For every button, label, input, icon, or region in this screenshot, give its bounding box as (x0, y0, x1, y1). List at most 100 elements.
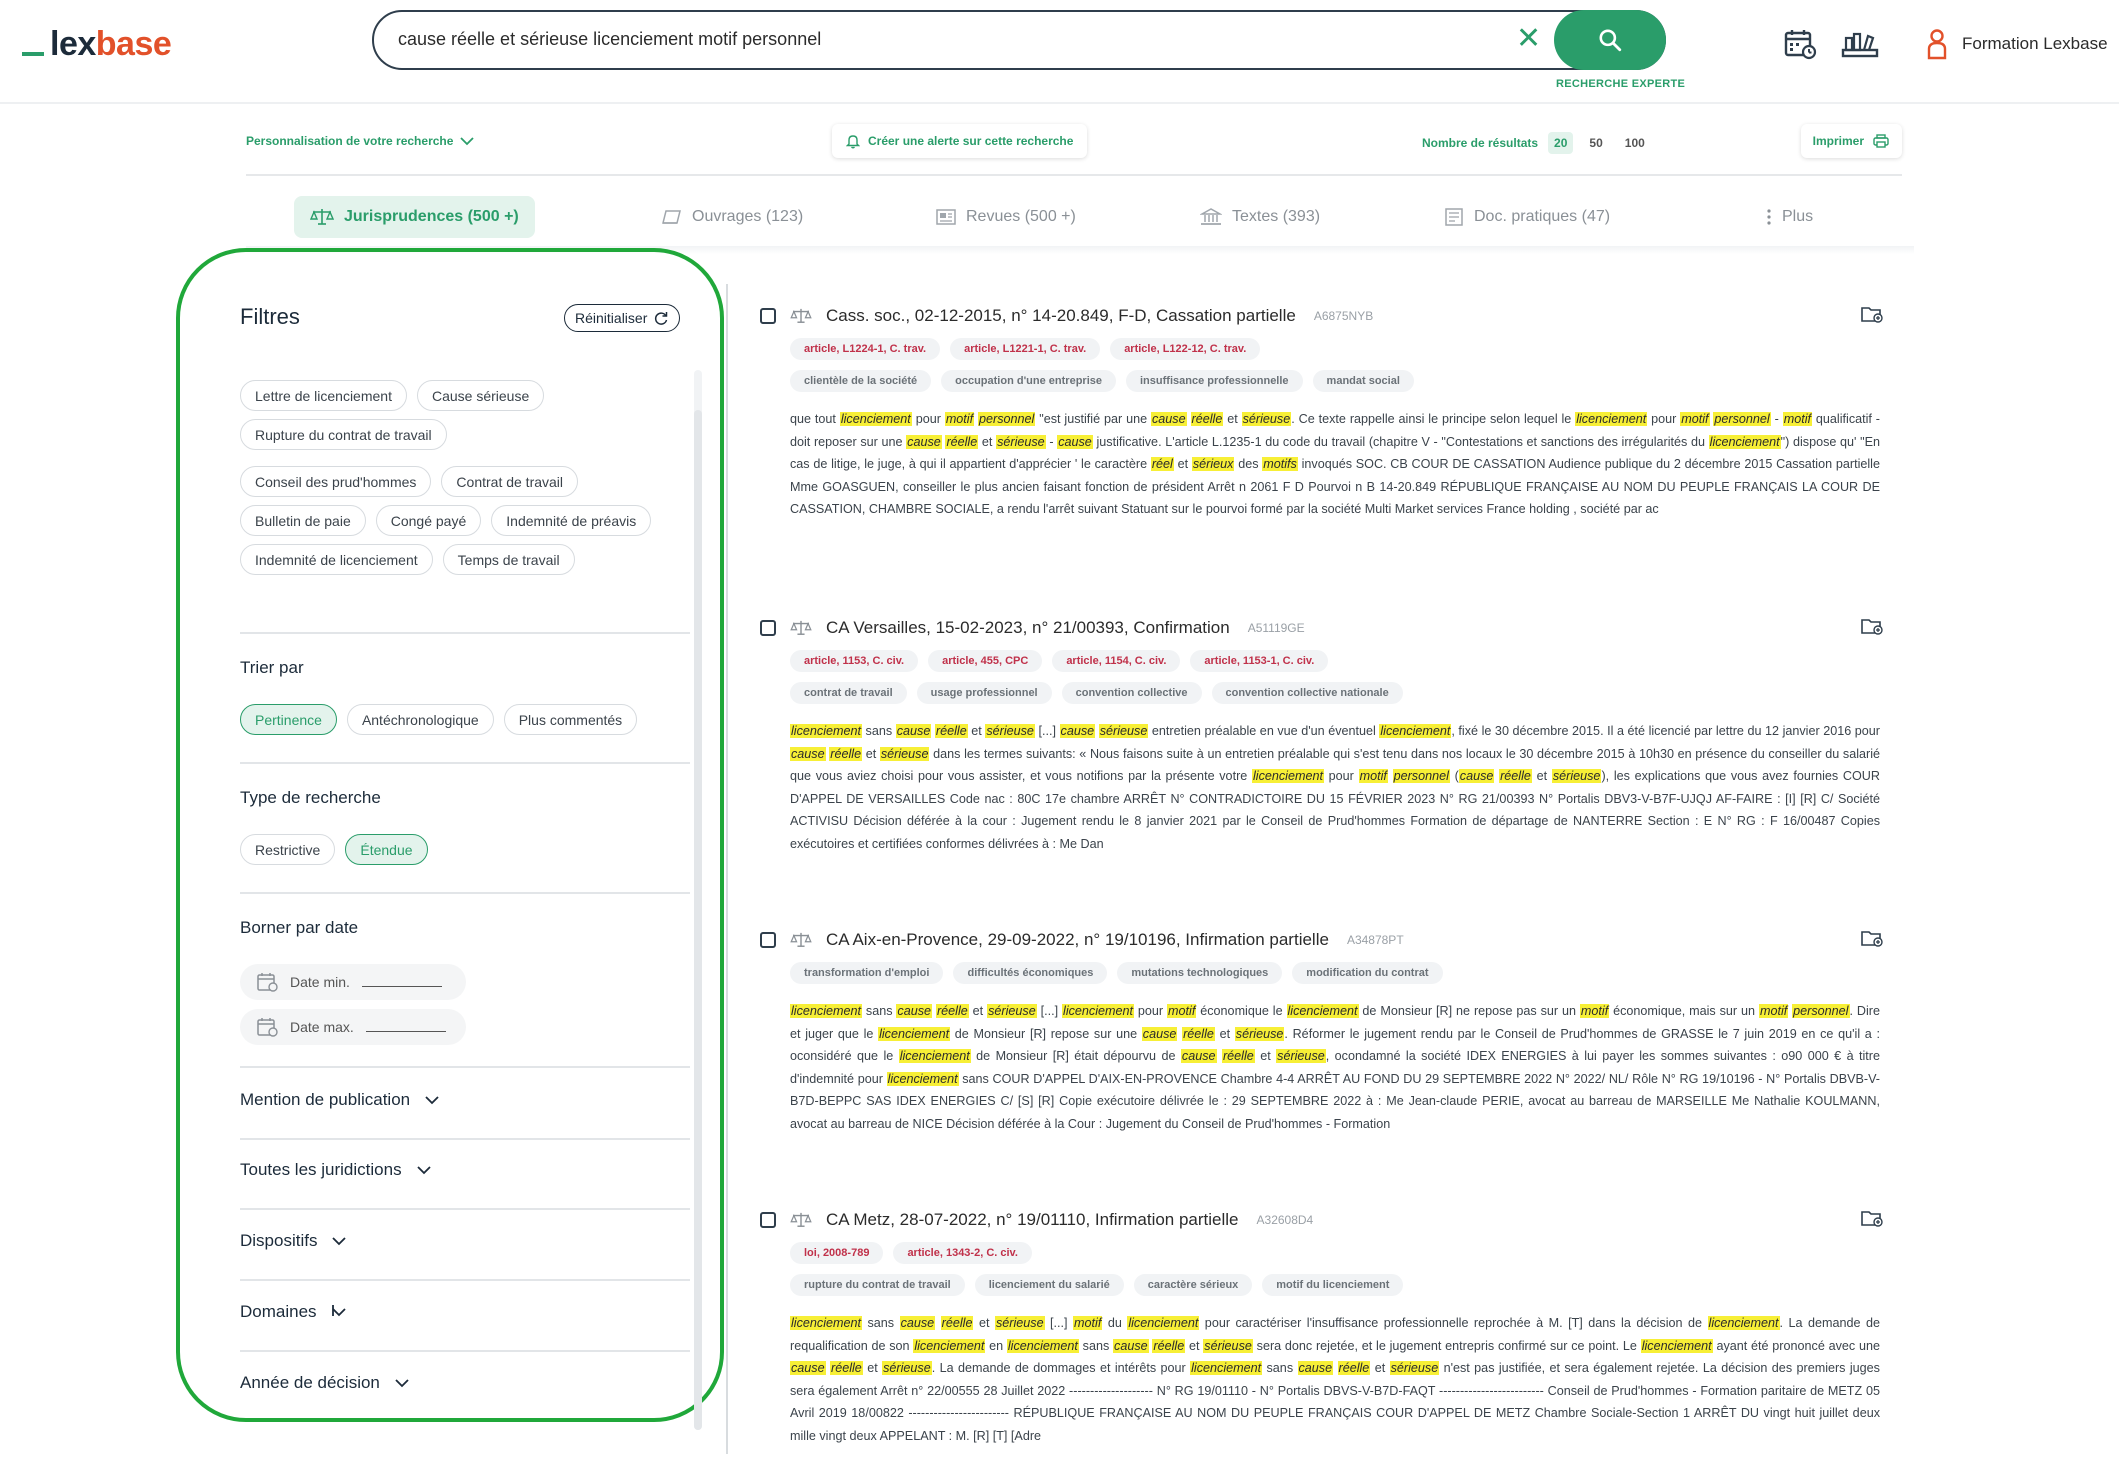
books-shelf-icon[interactable] (1840, 24, 1880, 64)
tab-textes[interactable]: Textes (393) (1184, 196, 1336, 238)
keyword-tag[interactable]: modification du contrat (1292, 962, 1443, 984)
tab-jurisprudences[interactable]: Jurisprudences (500 +) (294, 196, 535, 238)
keyword-tag[interactable]: motif du licenciement (1262, 1274, 1404, 1296)
result-title[interactable]: CA Metz, 28-07-2022, n° 19/01110, Infirm… (826, 1210, 1239, 1230)
add-to-folder-icon[interactable] (1860, 1208, 1884, 1233)
lexbase-logo[interactable]: lex base (22, 24, 172, 64)
personalize-label: Personnalisation de votre recherche (246, 134, 454, 148)
accordion-juridictions[interactable]: Toutes les juridictions (240, 1160, 432, 1180)
search-type-etendue[interactable]: Étendue (345, 834, 428, 865)
keyword-chip[interactable]: Indemnité de préavis (491, 505, 652, 536)
keyword-tag[interactable]: mandat social (1312, 370, 1414, 392)
highlighted-term: sérieuse (1098, 724, 1149, 738)
results-option-50[interactable]: 50 (1583, 132, 1608, 154)
filters-scrollbar-thumb[interactable] (694, 410, 702, 1430)
highlighted-term: réelle (1190, 412, 1224, 426)
search-button[interactable] (1554, 10, 1666, 70)
result-title[interactable]: CA Aix-en-Provence, 29-09-2022, n° 19/10… (826, 930, 1329, 950)
add-to-folder-icon[interactable] (1860, 616, 1884, 641)
keyword-chip[interactable]: Rupture du contrat de travail (240, 419, 447, 450)
keyword-tag[interactable]: contrat de travail (790, 682, 907, 704)
highlighted-term: licenciement (790, 724, 862, 738)
user-menu[interactable]: Formation Lexbase (1926, 28, 2108, 60)
results-option-20[interactable]: 20 (1548, 132, 1574, 154)
keyword-tag[interactable]: clientèle de la société (790, 370, 932, 392)
highlighted-term: cause (1151, 412, 1187, 426)
keyword-chip[interactable]: Conseil des prud'hommes (240, 466, 432, 497)
date-max-field[interactable]: Date max. (240, 1009, 466, 1045)
sort-option-pertinence[interactable]: Pertinence (240, 704, 337, 735)
article-tag[interactable]: article, 1153, C. civ. (790, 650, 919, 672)
tab-ouvrages[interactable]: Ouvrages (123) (644, 196, 819, 238)
create-alert-button[interactable]: Créer une alerte sur cette recherche (832, 124, 1088, 158)
accordion-domaines[interactable]: Domaines (240, 1302, 347, 1322)
accordion-dispositifs[interactable]: Dispositifs (240, 1231, 347, 1251)
date-min-field[interactable]: Date min. (240, 964, 466, 1000)
highlighted-term: licenciement (1062, 1004, 1135, 1018)
tab-revues[interactable]: Revues (500 +) (920, 196, 1092, 238)
reset-filters-button[interactable]: Réinitialiser (564, 304, 681, 332)
add-to-folder-icon[interactable] (1860, 928, 1884, 953)
institution-icon (1200, 208, 1222, 225)
article-tag[interactable]: loi, 2008-789 (790, 1242, 884, 1264)
highlighted-term: sérieuse (1551, 769, 1602, 783)
keyword-chip[interactable]: Temps de travail (442, 544, 575, 575)
divider (240, 1066, 690, 1068)
article-tag[interactable]: article, L1224-1, C. trav. (790, 338, 941, 360)
result-title[interactable]: Cass. soc., 02-12-2015, n° 14-20.849, F-… (826, 306, 1296, 326)
expert-search-link[interactable]: RECHERCHE EXPERTE (1556, 78, 1685, 90)
result-title[interactable]: CA Versailles, 15-02-2023, n° 21/00393, … (826, 618, 1230, 638)
accordion-annee-decision[interactable]: Année de décision (240, 1373, 410, 1393)
results-option-100[interactable]: 100 (1619, 132, 1651, 154)
clear-search-icon[interactable]: ✕ (1516, 24, 1541, 54)
keyword-chip[interactable]: Lettre de licenciement (240, 380, 407, 411)
personalize-search-dropdown[interactable]: Personnalisation de votre recherche (246, 134, 475, 148)
result-checkbox[interactable] (760, 620, 776, 636)
keyword-tag[interactable]: transformation d'emploi (790, 962, 944, 984)
accordion-mention-publication[interactable]: Mention de publication (240, 1090, 440, 1110)
keyword-tag[interactable]: mutations technologiques (1117, 962, 1283, 984)
result-checkbox[interactable] (760, 1212, 776, 1228)
highlighted-term: licenciement (878, 1026, 951, 1041)
keyword-chip[interactable]: Contrat de travail (441, 466, 579, 497)
result-checkbox[interactable] (760, 308, 776, 324)
keyword-chip[interactable]: Congé payé (375, 505, 482, 536)
keyword-tag[interactable]: caractère sérieux (1133, 1274, 1253, 1296)
result-checkbox[interactable] (760, 932, 776, 948)
print-button[interactable]: Imprimer (1801, 124, 1902, 158)
calendar-icon[interactable] (1780, 24, 1820, 64)
add-to-folder-icon[interactable] (1860, 304, 1884, 329)
keyword-tag[interactable]: insuffisance professionnelle (1126, 370, 1303, 392)
sort-option-plus-commentes[interactable]: Plus commentés (503, 704, 638, 735)
keyword-tag[interactable]: convention collective nationale (1211, 682, 1403, 704)
keyword-tag[interactable]: occupation d'une entreprise (941, 370, 1116, 392)
tab-plus[interactable]: Plus (1750, 196, 1829, 238)
keyword-chip[interactable]: Indemnité de licenciement (240, 544, 433, 575)
tab-doc-pratiques[interactable]: Doc. pratiques (47) (1428, 196, 1626, 238)
article-tag[interactable]: article, 455, CPC (928, 650, 1043, 672)
highlighted-term: cause (1180, 1049, 1217, 1063)
highlighted-term: réelle (940, 1316, 974, 1330)
search-input[interactable]: cause réelle et sérieuse licenciement mo… (398, 29, 821, 50)
article-tag[interactable]: article, 1153-1, C. civ. (1190, 650, 1329, 672)
calendar-small-icon (257, 1018, 278, 1037)
keyword-chip[interactable]: Cause sérieuse (416, 380, 545, 411)
article-tag[interactable]: article, 1343-2, C. civ. (893, 1242, 1032, 1264)
search-type-restrictive[interactable]: Restrictive (240, 834, 336, 865)
divider (240, 1350, 690, 1352)
keyword-chip[interactable]: Bulletin de paie (240, 505, 366, 536)
highlighted-term: cause (1297, 1361, 1334, 1375)
article-tag[interactable]: article, 1154, C. civ. (1052, 650, 1181, 672)
sort-option-antechronologique[interactable]: Antéchronologique (346, 704, 494, 735)
keyword-tag[interactable]: licenciement du salarié (974, 1274, 1124, 1296)
search-toolbar: Personnalisation de votre recherche Crée… (246, 120, 1902, 176)
date-min-label: Date min. (290, 974, 350, 990)
keyword-tag[interactable]: rupture du contrat de travail (790, 1274, 965, 1296)
highlighted-term: cause (1113, 1338, 1149, 1353)
article-tag[interactable]: article, L122-12, C. trav. (1110, 338, 1261, 360)
article-tag[interactable]: article, L1221-1, C. trav. (950, 338, 1101, 360)
keyword-tag[interactable]: difficultés économiques (953, 962, 1108, 984)
keyword-tag[interactable]: usage professionnel (916, 682, 1052, 704)
highlighted-term: licenciement (1251, 769, 1324, 783)
keyword-tag[interactable]: convention collective (1061, 682, 1202, 704)
